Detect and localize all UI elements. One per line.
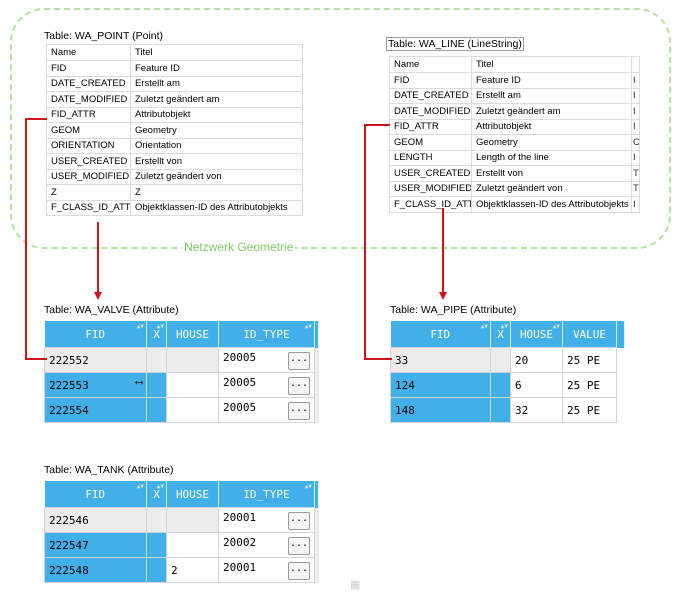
table-row[interactable]: F_CLASS_ID_ATTRObjektklassen-ID des Attr… xyxy=(46,199,303,216)
column-header-x[interactable]: X ▲▼ xyxy=(146,321,167,348)
wa-tank-caption: Table: WA_TANK (Attribute) xyxy=(44,464,174,476)
column-header-truncated[interactable] xyxy=(631,56,640,73)
column-header-fid[interactable]: FID ▲▼ xyxy=(44,481,147,508)
relation-line xyxy=(442,208,444,294)
column-header-house[interactable]: HOUSE xyxy=(166,481,219,508)
table-row[interactable]: DATE_MODIFIED Zuletzt geändert am xyxy=(46,91,303,108)
table-row[interactable]: DATE_MODIFIED Zuletzt geändert am I xyxy=(389,103,640,120)
table-row[interactable]: ZZ xyxy=(46,184,303,201)
column-header-name[interactable]: Name xyxy=(389,56,472,73)
relation-line xyxy=(364,124,390,126)
wa-line-caption: Table: WA_LINE (LineString) xyxy=(386,37,524,51)
wa-point-attribute-table: Name Titel FID Feature ID DATE_CREATED Ers… xyxy=(46,44,303,216)
table-row[interactable]: F_CLASS_ID_ATTRObjektklassen-ID des Attr… xyxy=(389,196,640,213)
column-header-house[interactable]: HOUSE xyxy=(166,321,219,348)
browse-button[interactable]: ... xyxy=(288,511,310,530)
browse-button[interactable]: ... xyxy=(288,351,310,370)
column-header-title[interactable]: Titel xyxy=(130,44,303,61)
column-header-id-type[interactable]: ID_TYPE ▲▼ xyxy=(218,321,315,348)
table-row[interactable]: USER_CREATED Erstellt von T xyxy=(389,165,640,182)
relation-line xyxy=(364,358,392,360)
relation-arrowhead xyxy=(439,292,447,300)
table-row[interactable]: FID Feature ID I xyxy=(389,72,640,89)
table-row[interactable]: FID_ATTR Attributobjekt xyxy=(46,106,303,123)
table-row[interactable]: GEOM Geometry C xyxy=(389,134,640,151)
column-header-value[interactable]: VALUE xyxy=(562,321,617,348)
browse-button[interactable]: ... xyxy=(288,401,310,420)
table-row[interactable]: USER_MODIFIED Zuletzt geändert von xyxy=(46,168,303,185)
wa-valve-grid: FID ▲▼ X ▲▼ HOUSE ID_TYPE ▲▼ 222552 20005..… xyxy=(44,321,319,423)
column-header-house[interactable]: HOUSE ▲▼ xyxy=(510,321,563,348)
table-row[interactable]: FID_ATTR Attributobjekt I xyxy=(389,118,640,135)
table-row[interactable]: DATE_CREATED Erstellt am xyxy=(46,75,303,92)
table-row[interactable]: 222546 20001... xyxy=(44,507,319,533)
relation-arrowhead xyxy=(94,292,102,300)
relation-line xyxy=(25,118,47,120)
relation-line xyxy=(364,124,366,360)
wa-pipe-caption: Table: WA_PIPE (Attribute) xyxy=(390,304,517,316)
table-row[interactable]: USER_MODIFIED Zuletzt geändert von T xyxy=(389,180,640,197)
column-header-fid[interactable]: FID ▲▼ xyxy=(390,321,491,348)
table-row[interactable]: DATE_CREATED Erstellt am I xyxy=(389,87,640,104)
table-row[interactable]: 148 32 25 PE xyxy=(390,397,625,423)
wa-valve-caption: Table: WA_VALVE (Attribute) xyxy=(44,304,179,316)
relation-line xyxy=(25,358,47,360)
table-row[interactable]: 222553 20005... xyxy=(44,372,319,398)
column-header-x[interactable]: X ▲▼ xyxy=(146,481,167,508)
table-row[interactable]: 222554 20005... xyxy=(44,397,319,423)
column-header-x[interactable]: X ▲▼ xyxy=(490,321,511,348)
wa-pipe-grid: FID ▲▼ X ▲▼ HOUSE ▲▼ VALUE 33 20 25 PE 124 … xyxy=(390,321,625,423)
clipboard-icon: ▦ xyxy=(350,579,361,591)
browse-button[interactable]: ... xyxy=(288,376,310,395)
wa-point-caption: Table: WA_POINT (Point) xyxy=(44,30,164,42)
header-edge xyxy=(616,321,625,348)
wa-tank-grid: FID ▲▼ X ▲▼ HOUSE ID_TYPE ▲▼ 222546 20001..… xyxy=(44,481,319,583)
table-row[interactable]: FID Feature ID xyxy=(46,60,303,77)
table-row[interactable]: USER_CREATED Erstellt von xyxy=(46,153,303,170)
table-row[interactable]: 33 20 25 PE xyxy=(390,347,625,373)
header-edge xyxy=(314,481,319,508)
column-header-id-type[interactable]: ID_TYPE ▲▼ xyxy=(218,481,315,508)
table-row[interactable]: 222552 20005... xyxy=(44,347,319,373)
table-row[interactable]: LENGTH Length of the line I xyxy=(389,149,640,166)
column-header-title[interactable]: Titel xyxy=(471,56,632,73)
column-header-name[interactable]: Name xyxy=(46,44,131,61)
network-geometry-label: Netzwerk Geometrie xyxy=(182,240,296,254)
wa-line-attribute-table: Name Titel FID Feature ID I DATE_CREATED Er… xyxy=(389,56,640,213)
relation-line xyxy=(25,118,27,360)
table-row[interactable]: 124 6 25 PE xyxy=(390,372,625,398)
relation-line xyxy=(97,222,99,294)
table-row[interactable]: 222547 20002... xyxy=(44,532,319,558)
header-edge xyxy=(314,321,319,348)
table-row[interactable]: GEOM Geometry xyxy=(46,122,303,139)
column-resize-cursor-icon: ↔ xyxy=(132,372,146,388)
browse-button[interactable]: ... xyxy=(288,561,310,580)
table-row[interactable]: 222548 2 20001... xyxy=(44,557,319,583)
table-row[interactable]: ORIENTATION Orientation xyxy=(46,137,303,154)
column-header-fid[interactable]: FID ▲▼ xyxy=(44,321,147,348)
browse-button[interactable]: ... xyxy=(288,536,310,555)
